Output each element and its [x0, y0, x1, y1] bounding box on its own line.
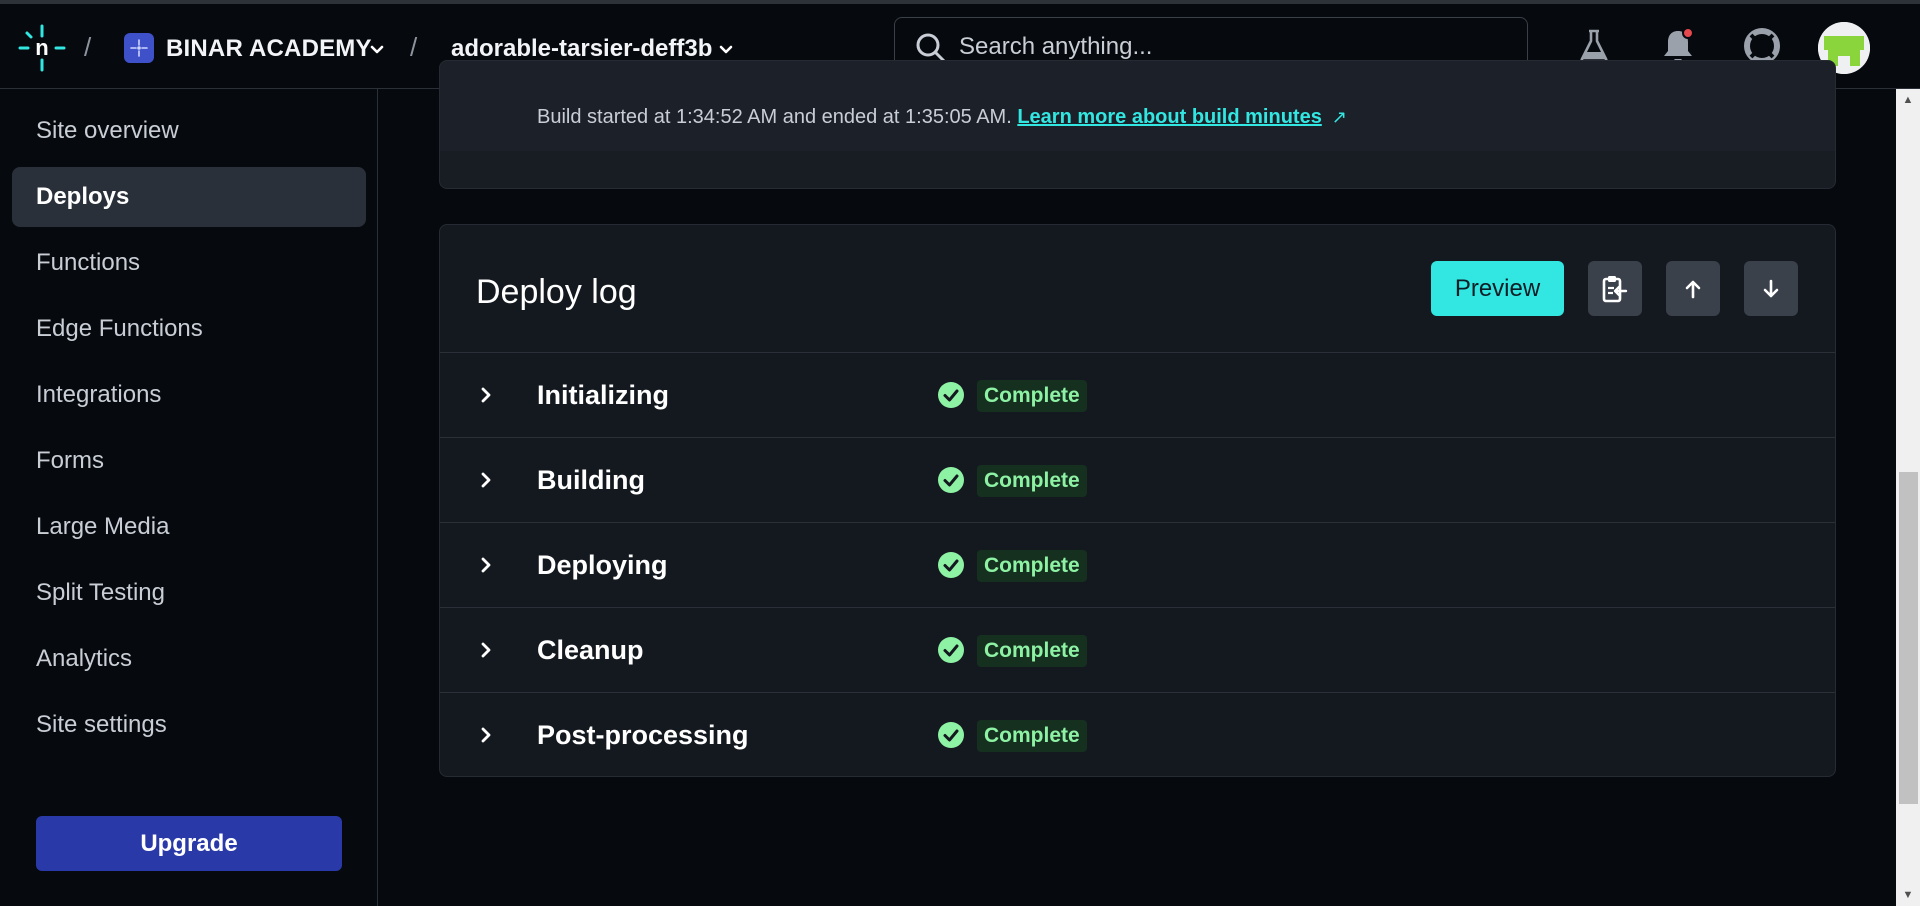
team-selector[interactable]: BINAR ACADEMY [166, 35, 372, 63]
log-step-row[interactable]: Building Complete [440, 438, 1835, 523]
sidebar-item-label: Edge Functions [36, 315, 203, 342]
sidebar: Site overview Deploys Functions Edge Fun… [0, 89, 378, 906]
chevron-down-icon[interactable] [717, 40, 735, 58]
deploy-summary-card: Build started at 1:34:52 AM and ended at… [439, 60, 1836, 189]
log-step-row[interactable]: Post-processing Complete [440, 693, 1835, 776]
check-circle-icon [938, 382, 964, 408]
check-circle-icon [938, 637, 964, 663]
sidebar-item-label: Functions [36, 249, 141, 276]
sidebar-item-edge-functions[interactable]: Edge Functions [12, 299, 366, 359]
log-step-name: Cleanup [537, 635, 644, 665]
sidebar-item-label: Deploys [36, 183, 130, 210]
scroll-to-top-button[interactable] [1666, 261, 1720, 316]
site-selector[interactable]: adorable-tarsier-deff3b [451, 35, 712, 63]
svg-text:n: n [35, 35, 48, 60]
log-step-name: Post-processing [537, 720, 749, 750]
status-badge: Complete [977, 380, 1087, 412]
sidebar-item-site-overview[interactable]: Site overview [12, 101, 366, 161]
status-badge: Complete [977, 465, 1087, 497]
sidebar-item-deploys[interactable]: Deploys [12, 167, 366, 227]
sidebar-item-label: Site overview [36, 117, 179, 144]
deploy-log-title: Deploy log [476, 273, 637, 311]
status-badge: Complete [977, 550, 1087, 582]
sidebar-item-integrations[interactable]: Integrations [12, 365, 366, 425]
sidebar-item-forms[interactable]: Forms [12, 431, 366, 491]
build-time-label: Build started at 1:34:52 AM and ended at… [537, 106, 1012, 128]
log-step-name: Deploying [537, 550, 668, 580]
check-circle-icon [938, 722, 964, 748]
scrollbar-thumb[interactable] [1899, 472, 1918, 804]
sidebar-item-label: Integrations [36, 381, 162, 408]
sidebar-item-site-settings[interactable]: Site settings [12, 695, 366, 755]
sidebar-item-label: Split Testing [36, 579, 165, 606]
scroll-up-arrow-icon[interactable]: ▲ [1899, 91, 1917, 109]
sidebar-item-split-testing[interactable]: Split Testing [12, 563, 366, 623]
breadcrumb-separator: / [84, 32, 92, 62]
check-circle-icon [938, 467, 964, 493]
chevron-right-icon[interactable] [476, 640, 496, 660]
upgrade-button[interactable]: Upgrade [36, 816, 342, 871]
chevron-right-icon[interactable] [476, 555, 496, 575]
team-icon [124, 33, 154, 63]
sidebar-item-large-media[interactable]: Large Media [12, 497, 366, 557]
external-link-icon: ↗ [1331, 107, 1347, 127]
sidebar-item-label: Large Media [36, 513, 170, 540]
search-input[interactable] [959, 30, 1499, 64]
sidebar-item-analytics[interactable]: Analytics [12, 629, 366, 689]
chevron-right-icon[interactable] [476, 470, 496, 490]
sidebar-item-label: Forms [36, 447, 104, 474]
log-step-row[interactable]: Deploying Complete [440, 523, 1835, 608]
log-step-row[interactable]: Cleanup Complete [440, 608, 1835, 693]
scroll-to-bottom-button[interactable] [1744, 261, 1798, 316]
netlify-logo-icon[interactable]: n [18, 24, 66, 72]
status-badge: Complete [977, 720, 1087, 752]
log-step-row[interactable]: Initializing Complete [440, 353, 1835, 438]
breadcrumb-separator: / [410, 32, 418, 62]
status-badge: Complete [977, 635, 1087, 667]
clipboard-copy-icon [1602, 275, 1628, 302]
copy-log-button[interactable] [1588, 261, 1642, 316]
preview-button[interactable]: Preview [1431, 261, 1564, 316]
scroll-down-arrow-icon[interactable]: ▼ [1899, 886, 1917, 904]
sidebar-item-label: Site settings [36, 711, 167, 738]
sidebar-item-functions[interactable]: Functions [12, 233, 366, 293]
build-time-text: Build started at 1:34:52 AM and ended at… [537, 106, 1347, 129]
sidebar-item-label: Analytics [36, 645, 133, 672]
check-circle-icon [938, 552, 964, 578]
log-step-name: Building [537, 465, 645, 495]
chevron-down-icon[interactable] [368, 40, 386, 58]
arrow-up-icon [1685, 280, 1701, 298]
chevron-right-icon[interactable] [476, 385, 496, 405]
deploy-log-card: Deploy log Preview Initializing Complete… [439, 224, 1836, 777]
build-minutes-link[interactable]: Learn more about build minutes [1017, 106, 1321, 128]
chevron-right-icon[interactable] [476, 725, 496, 745]
log-step-name: Initializing [537, 380, 669, 410]
arrow-down-icon [1763, 279, 1779, 297]
